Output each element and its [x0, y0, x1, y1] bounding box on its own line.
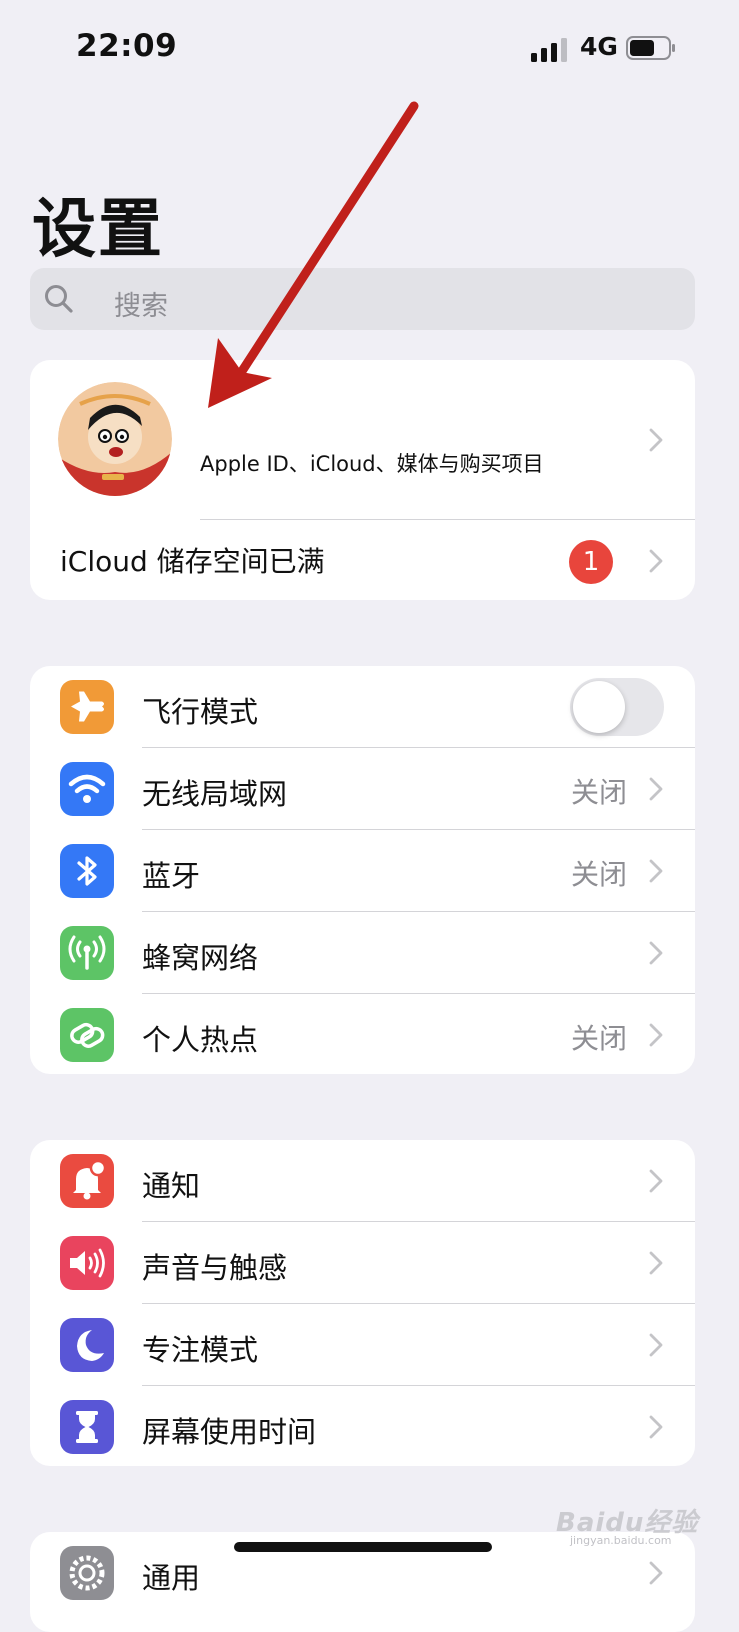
wifi-label: 无线局域网 — [142, 777, 288, 811]
gear-icon — [60, 1546, 114, 1600]
status-time: 22:09 — [76, 28, 178, 64]
bluetooth-status: 关闭 — [570, 858, 627, 891]
hotspot-row[interactable]: 个人热点 关闭 — [30, 994, 695, 1074]
hotspot-label: 个人热点 — [142, 1023, 259, 1057]
chevron-right-icon — [649, 1251, 663, 1275]
cellular-icon — [60, 926, 114, 980]
sounds-label: 声音与触感 — [142, 1251, 288, 1285]
icloud-storage-row[interactable]: iCloud 储存空间已满 1 — [30, 520, 695, 600]
chevron-right-icon — [649, 859, 663, 883]
focus-label: 专注模式 — [142, 1333, 259, 1367]
avatar — [58, 382, 172, 496]
notifications-group: 通知 声音与触感 专注模式 屏幕使用时间 — [30, 1140, 695, 1466]
sounds-row[interactable]: 声音与触感 — [30, 1222, 695, 1304]
notification-bell-icon — [60, 1154, 114, 1208]
account-group: Apple ID、iCloud、媒体与购买项目 iCloud 储存空间已满 1 — [30, 360, 695, 600]
chevron-right-icon — [649, 1023, 663, 1047]
apple-id-subtitle: Apple ID、iCloud、媒体与购买项目 — [200, 452, 544, 476]
chevron-right-icon — [649, 1333, 663, 1357]
airplane-mode-label: 飞行模式 — [142, 695, 259, 729]
cellular-label: 蜂窝网络 — [142, 941, 259, 975]
connectivity-group: 飞行模式 无线局域网 关闭 蓝牙 关闭 蜂窝网络 个人热点 关闭 — [30, 666, 695, 1074]
speaker-icon — [60, 1236, 114, 1290]
chevron-right-icon — [649, 1415, 663, 1439]
chevron-right-icon — [649, 1561, 663, 1585]
focus-row[interactable]: 专注模式 — [30, 1304, 695, 1386]
chevron-right-icon — [649, 428, 663, 452]
hotspot-status: 关闭 — [570, 1022, 627, 1055]
notifications-row[interactable]: 通知 — [30, 1140, 695, 1222]
chevron-right-icon — [649, 777, 663, 801]
toggle-knob — [573, 681, 625, 733]
battery-icon — [626, 36, 675, 60]
wifi-icon — [60, 762, 114, 816]
bluetooth-row[interactable]: 蓝牙 关闭 — [30, 830, 695, 912]
screen-time-row[interactable]: 屏幕使用时间 — [30, 1386, 695, 1466]
wifi-status: 关闭 — [570, 776, 627, 809]
search-placeholder: 搜索 — [114, 291, 168, 322]
network-type: 4G — [580, 32, 618, 61]
airplane-mode-toggle[interactable] — [570, 678, 664, 736]
cellular-row[interactable]: 蜂窝网络 — [30, 912, 695, 994]
chevron-right-icon — [649, 941, 663, 965]
home-indicator[interactable] — [234, 1542, 492, 1552]
wifi-row[interactable]: 无线局域网 关闭 — [30, 748, 695, 830]
general-label: 通用 — [142, 1561, 201, 1595]
moon-icon — [60, 1318, 114, 1372]
search-icon — [45, 285, 73, 313]
hotspot-icon — [60, 1008, 114, 1062]
airplane-mode-row: 飞行模式 — [30, 666, 695, 748]
icloud-storage-label: iCloud 储存空间已满 — [60, 545, 325, 578]
notifications-label: 通知 — [142, 1169, 201, 1203]
notification-badge: 1 — [569, 540, 613, 584]
chevron-right-icon — [649, 1169, 663, 1193]
watermark-url: jingyan.baidu.com — [570, 1534, 672, 1547]
apple-id-row[interactable]: Apple ID、iCloud、媒体与购买项目 — [30, 360, 695, 520]
page-title: 设置 — [32, 193, 164, 267]
hourglass-icon — [60, 1400, 114, 1454]
bluetooth-icon — [60, 844, 114, 898]
airplane-icon — [60, 680, 114, 734]
search-field[interactable]: 搜索 — [30, 268, 695, 330]
bluetooth-label: 蓝牙 — [142, 859, 201, 893]
screen-time-label: 屏幕使用时间 — [142, 1415, 317, 1449]
cellular-signal-icon — [531, 38, 567, 62]
status-bar: 22:09 4G — [0, 0, 739, 100]
chevron-right-icon — [649, 549, 663, 573]
